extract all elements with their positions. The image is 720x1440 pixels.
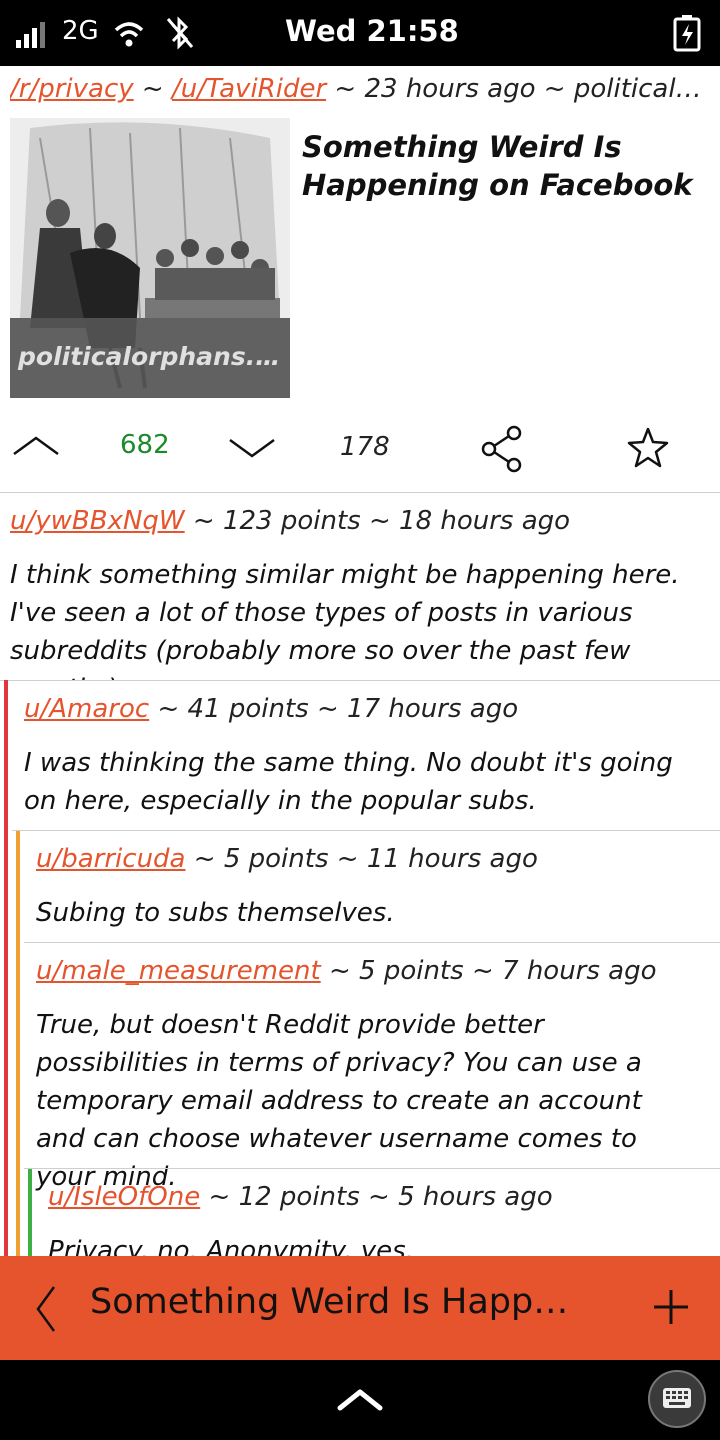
comment-age: 18 hours ago	[399, 506, 571, 536]
meta-separator: ~	[471, 956, 494, 986]
post-action-bar: 682 178	[0, 412, 720, 492]
comment-points: 41 points	[187, 694, 309, 724]
meta-separator: ~	[141, 74, 164, 104]
plus-icon[interactable]	[652, 1288, 690, 1326]
clock: Wed 21:58	[285, 14, 459, 48]
comment-age: 5 hours ago	[398, 1182, 553, 1212]
thumbnail-domain-caption: politicalorphans.c…	[10, 318, 290, 398]
bluetooth-off-icon	[166, 16, 194, 50]
comment-body[interactable]: Subing to subs themselves.	[36, 894, 686, 932]
post-title[interactable]: Something Weird Is Happening on Facebook	[302, 128, 702, 204]
comment-author-link[interactable]: u/ywBBxNqW	[10, 506, 185, 536]
comment-points: 12 points	[238, 1182, 360, 1212]
system-bar	[0, 1360, 720, 1440]
comment-body[interactable]: Privacy, no. Anonymity, yes.	[48, 1232, 688, 1256]
keyboard-icon	[663, 1388, 691, 1408]
status-bar: 2G Wed 21:58	[0, 0, 720, 66]
meta-separator: ~	[157, 694, 180, 724]
meta-separator: ~	[192, 506, 215, 536]
network-type: 2G	[62, 16, 99, 46]
keyboard-button[interactable]	[648, 1370, 706, 1428]
comment-author-link[interactable]: u/barricuda	[36, 844, 186, 874]
subreddit-link[interactable]: /r/privacy	[10, 74, 134, 104]
author-link[interactable]: /u/TaviRider	[172, 74, 326, 104]
post-meta: /r/privacy ~ /u/TaviRider ~ 23 hours ago…	[10, 74, 710, 104]
downvote-icon[interactable]	[228, 432, 276, 462]
post-domain: politicalorph…	[573, 74, 710, 104]
comment-author-link[interactable]: u/male_measurement	[36, 956, 321, 986]
meta-separator: ~	[316, 694, 339, 724]
comment-author-link[interactable]: u/IsleOfOne	[48, 1182, 200, 1212]
comment-meta: u/male_measurement ~ 5 points ~ 7 hours …	[36, 956, 657, 986]
comment-points: 5 points	[223, 844, 329, 874]
battery-charging-icon	[673, 15, 701, 52]
comment-age: 7 hours ago	[502, 956, 657, 986]
comment-age: 17 hours ago	[347, 694, 519, 724]
comment-meta: u/Amaroc ~ 41 points ~ 17 hours ago	[24, 694, 518, 724]
comment-count[interactable]: 178	[340, 432, 390, 462]
meta-separator: ~	[328, 956, 351, 986]
comment-points: 5 points	[359, 956, 464, 986]
meta-separator: ~	[543, 74, 566, 104]
meta-separator: ~	[368, 1182, 390, 1212]
meta-separator: ~	[334, 74, 357, 104]
divider	[12, 830, 720, 831]
comment-meta: u/barricuda ~ 5 points ~ 11 hours ago	[36, 844, 538, 874]
comment-meta: u/ywBBxNqW ~ 123 points ~ 18 hours ago	[10, 506, 570, 536]
divider	[24, 1168, 720, 1169]
post-detail: /r/privacy ~ /u/TaviRider ~ 23 hours ago…	[0, 66, 720, 1256]
upvote-icon[interactable]	[12, 430, 60, 460]
thread-depth-bar-3	[28, 1168, 32, 1256]
save-star-icon[interactable]	[626, 426, 670, 470]
meta-separator: ~	[208, 1182, 231, 1212]
post-thumbnail[interactable]: politicalorphans.c…	[10, 118, 290, 398]
comment-body[interactable]: I was thinking the same thing. No doubt …	[24, 744, 684, 820]
comment-meta: u/IsleOfOne ~ 12 points ~ 5 hours ago	[48, 1182, 553, 1212]
comment-points: 123 points	[222, 506, 361, 536]
divider	[24, 942, 720, 943]
comment-age: 11 hours ago	[366, 844, 538, 874]
page-header-bar: Something Weird Is Happ…	[0, 1256, 720, 1360]
post-age: 23 hours ago	[364, 74, 536, 104]
meta-separator: ~	[368, 506, 391, 536]
signal-strength-icon	[16, 22, 45, 48]
meta-separator: ~	[193, 844, 216, 874]
back-chevron-icon[interactable]	[32, 1284, 58, 1334]
thread-depth-bar-1	[4, 680, 8, 1256]
share-icon[interactable]	[480, 424, 526, 474]
divider	[0, 680, 720, 681]
comment-body[interactable]: I think something similar might be happe…	[10, 556, 680, 680]
post-score: 682	[120, 430, 170, 460]
divider	[0, 492, 720, 493]
wifi-icon	[114, 22, 144, 47]
pulley-up-icon[interactable]	[336, 1384, 384, 1414]
comment-author-link[interactable]: u/Amaroc	[24, 694, 149, 724]
thread-depth-bar-2	[16, 830, 20, 1256]
page-title: Something Weird Is Happ…	[90, 1282, 569, 1322]
meta-separator: ~	[336, 844, 359, 874]
